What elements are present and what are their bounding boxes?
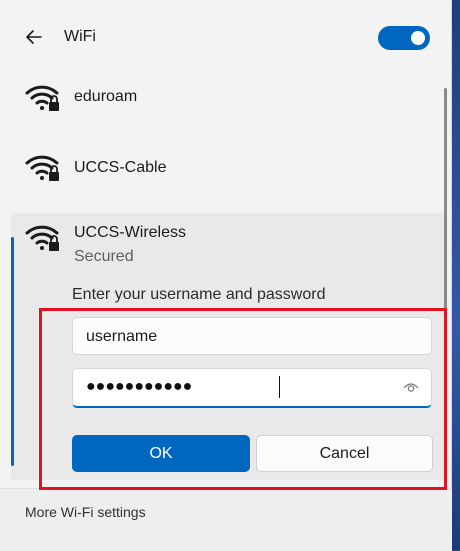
network-name: UCCS-Cable: [74, 159, 167, 176]
wifi-secured-icon: [25, 225, 59, 251]
panel-header: WiFi: [0, 0, 452, 76]
toggle-knob: [411, 31, 425, 45]
wifi-secured-icon: [25, 155, 59, 181]
scrollbar[interactable]: [444, 88, 447, 328]
network-name: UCCS-Wireless: [74, 224, 186, 241]
panel-footer: More Wi-Fi settings: [0, 488, 452, 551]
wifi-toggle[interactable]: [378, 26, 430, 50]
more-wifi-settings-link[interactable]: More Wi-Fi settings: [25, 504, 146, 520]
page-title: WiFi: [64, 28, 96, 45]
selection-indicator: [11, 237, 14, 466]
network-item-eduroam[interactable]: eduroam: [0, 72, 444, 132]
wifi-secured-icon: [25, 85, 59, 111]
back-arrow-icon[interactable]: [24, 27, 44, 47]
credentials-prompt: Enter your username and password: [72, 286, 326, 303]
annotation-highlight-box: [39, 308, 447, 490]
network-item-uccs-cable[interactable]: UCCS-Cable: [0, 143, 444, 203]
network-name: eduroam: [74, 88, 138, 105]
network-status: Secured: [74, 248, 134, 265]
